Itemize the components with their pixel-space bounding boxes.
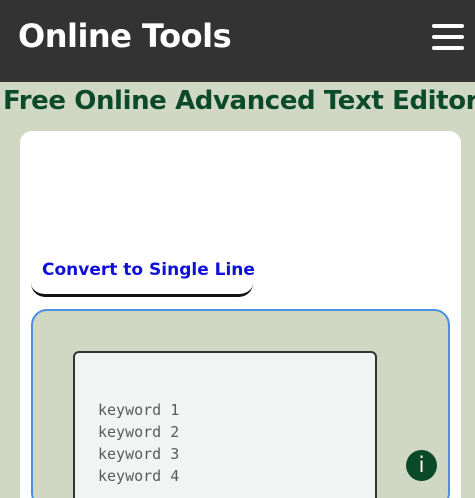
site-brand[interactable]: Online Tools <box>18 17 232 55</box>
info-icon[interactable]: i <box>406 450 437 481</box>
menu-bar <box>432 35 464 39</box>
page-title: Free Online Advanced Text Editor <box>3 86 475 116</box>
editor-line: keyword 3 <box>98 445 180 463</box>
editor-line: keyword 4 <box>98 467 180 485</box>
editor-line: keyword 1 <box>98 401 180 419</box>
info-glyph: i <box>418 453 425 477</box>
hamburger-menu-icon[interactable] <box>432 24 464 50</box>
top-header: Online Tools <box>0 0 475 82</box>
editor-line: keyword 2 <box>98 423 180 441</box>
convert-button-label: Convert to Single Line <box>42 260 255 280</box>
menu-bar <box>432 46 464 50</box>
text-editor-area[interactable]: keyword 1 keyword 2 keyword 3 keyword 4 <box>73 351 377 498</box>
menu-bar <box>432 24 464 28</box>
convert-to-single-line-button[interactable]: Convert to Single Line <box>31 254 255 297</box>
